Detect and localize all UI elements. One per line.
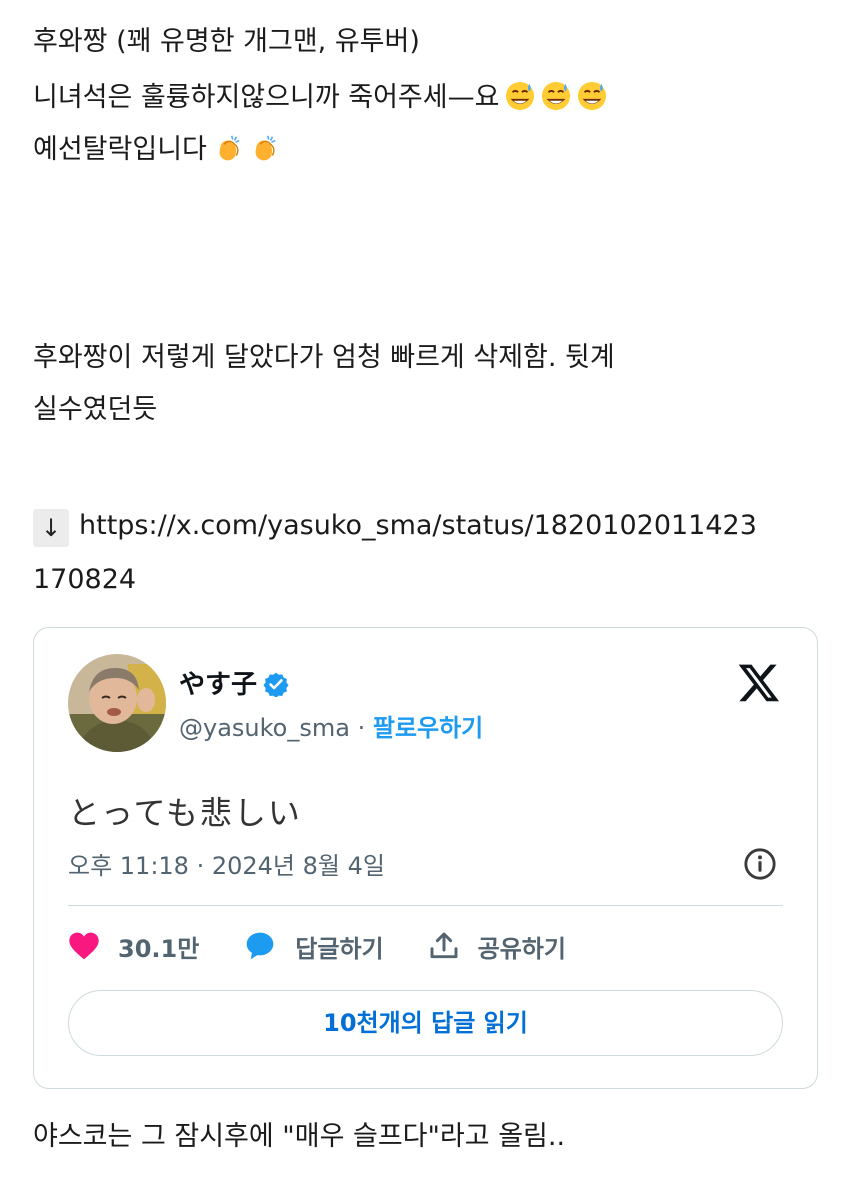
- post-line-3: 예선탈락입니다: [33, 130, 279, 170]
- sweat-smile-emoji-icon: [578, 81, 607, 111]
- display-name-text: やす子: [179, 670, 258, 700]
- clapping-hands-emoji-icon: [219, 135, 240, 161]
- sweat-smile-emoji-icon: [506, 81, 535, 111]
- reply-label: 답글하기: [295, 934, 384, 963]
- post-line-2-text: 니녀석은 훌륭하지않으니까 죽어주세—요: [33, 82, 500, 113]
- read-replies-button[interactable]: 10천개의 답글 읽기: [68, 990, 783, 1056]
- reply-button[interactable]: 답글하기: [243, 929, 384, 964]
- handle-separator: ·: [349, 714, 373, 742]
- tweet-divider: [68, 905, 783, 906]
- post-line-8: 야스코는 그 잠시후에 "매우 슬프다"라고 올림..: [33, 1121, 566, 1152]
- avatar-image: [68, 654, 166, 752]
- post-line-1: 후와짱 (꽤 유명한 개그맨, 유투버): [33, 26, 420, 57]
- share-icon: [430, 932, 458, 959]
- embedded-tweet-card[interactable]: やす子 @yasuko_sma · 팔로우하기 とっても悲しい 오후 11:18…: [33, 627, 818, 1089]
- verified-badge-icon: [263, 672, 289, 697]
- tweet-link-continued[interactable]: 170824: [33, 560, 136, 600]
- post-line-3-text: 예선탈락입니다: [33, 134, 207, 165]
- tweet-handle-row: @yasuko_sma · 팔로우하기: [179, 708, 483, 743]
- tweet-text: とっても悲しい: [68, 794, 302, 832]
- info-icon[interactable]: [743, 847, 777, 881]
- tweet-display-name[interactable]: やす子: [179, 664, 289, 701]
- down-arrow-icon: ↓: [33, 509, 69, 547]
- post-line-4: 후와짱이 저렇게 달았다가 엄청 빠르게 삭제함. 뒷계: [33, 342, 615, 373]
- clapping-hands-emoji-icon: [255, 135, 276, 161]
- follow-button[interactable]: 팔로우하기: [373, 714, 483, 742]
- heart-icon: [69, 932, 99, 960]
- tweet-link[interactable]: https://x.com/yasuko_sma/status/18201020…: [79, 510, 757, 541]
- tweet-actions: 30.1만 답글하기 공유하기: [68, 926, 610, 966]
- post-line-2: 니녀석은 훌륭하지않으니까 죽어주세—요: [33, 78, 607, 118]
- x-logo-icon[interactable]: [737, 660, 781, 704]
- reply-bubble-icon: [246, 932, 274, 960]
- tweet-timestamp[interactable]: 오후 11:18 · 2024년 8월 4일: [68, 846, 385, 881]
- share-button[interactable]: 공유하기: [428, 929, 566, 964]
- sweat-smile-emoji-icon: [542, 81, 571, 111]
- like-button[interactable]: 30.1만: [68, 929, 199, 964]
- post-line-5: 실수였던듯: [33, 394, 158, 425]
- like-count: 30.1만: [118, 934, 200, 963]
- tweet-handle[interactable]: @yasuko_sma: [179, 714, 350, 742]
- avatar[interactable]: [68, 654, 166, 752]
- share-label: 공유하기: [477, 934, 566, 963]
- tweet-link-line: ↓ https://x.com/yasuko_sma/status/1820102…: [33, 506, 757, 547]
